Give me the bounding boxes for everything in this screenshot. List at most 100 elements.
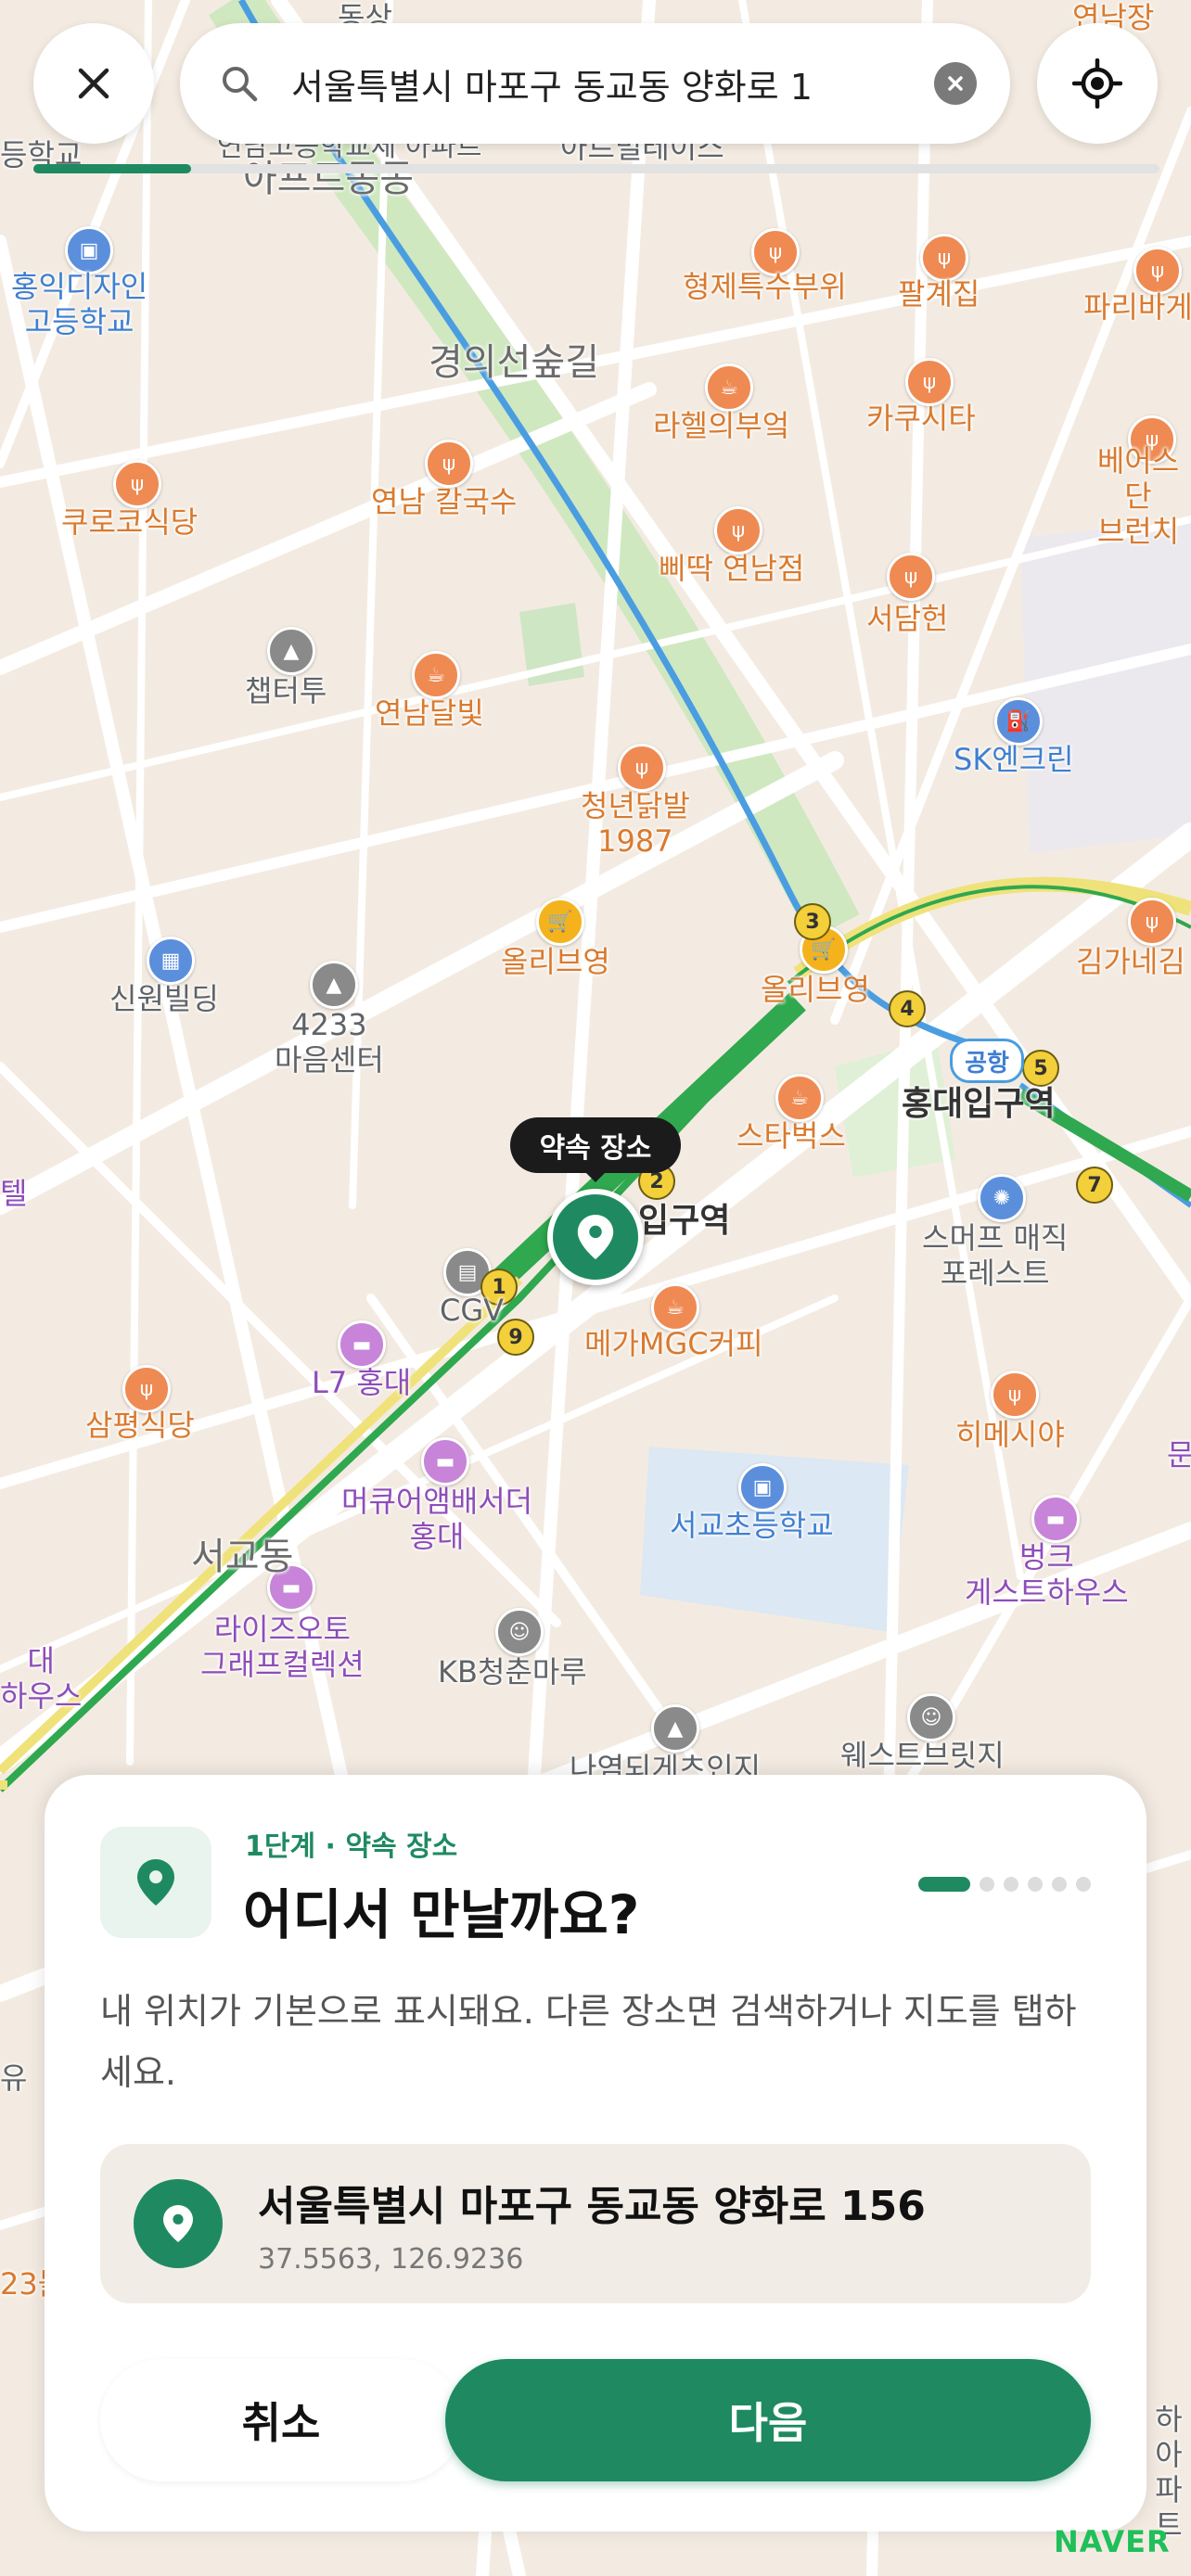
restaurant-icon[interactable]: ψ <box>920 234 968 282</box>
map-label: 벙크 게스트하우스 <box>965 1539 1129 1610</box>
cafe-icon[interactable]: ☕ <box>775 1074 824 1122</box>
map-label: 서담헌 <box>866 601 949 636</box>
restaurant-icon[interactable]: ψ <box>1128 898 1176 946</box>
map-label: CGV <box>440 1293 505 1328</box>
restaurant-icon[interactable]: ψ <box>887 553 935 601</box>
building-icon[interactable]: ☺ <box>907 1693 955 1741</box>
step-progress-bar <box>33 164 1159 173</box>
subway-line-badge: 4 <box>889 990 926 1027</box>
restaurant-icon[interactable]: ψ <box>991 1371 1039 1419</box>
coordinates-text: 37.5563, 126.9236 <box>258 2242 524 2276</box>
school-icon[interactable]: ▣ <box>738 1463 787 1511</box>
close-icon <box>78 68 109 99</box>
close-button[interactable] <box>33 23 154 144</box>
step-label: 1단계 · 약속 장소 <box>245 1830 458 1863</box>
map-label: 문 <box>1167 1437 1191 1473</box>
map-label: 형제특수부위 <box>683 269 847 304</box>
my-location-icon <box>1072 58 1122 108</box>
school-icon[interactable]: ▣ <box>65 226 113 274</box>
step-indicator <box>918 1877 1091 1892</box>
map-label: 연남달빛 <box>375 695 484 731</box>
gas-station-icon[interactable]: ⛽ <box>994 697 1043 746</box>
step-dot <box>980 1877 994 1892</box>
building-icon[interactable]: ▲ <box>310 961 358 1009</box>
map-label: 올리브영 <box>761 972 870 1007</box>
step-icon-box <box>100 1827 211 1938</box>
station-label[interactable]: 홍대입구역 <box>902 1087 1056 1122</box>
map-label: 4233 마음센터 <box>275 1007 384 1078</box>
map-label: 대 하우스 <box>0 1643 83 1714</box>
address-text: 서울특별시 마포구 동교동 양화로 156 <box>258 2182 926 2230</box>
map-label: 유 <box>0 2060 28 2096</box>
map-label: 쿠로코식당 <box>61 504 198 540</box>
map-label: 서교초등학교 <box>670 1508 834 1543</box>
attraction-icon[interactable]: ✺ <box>978 1174 1026 1222</box>
subway-line-badge: 7 <box>1076 1167 1113 1204</box>
restaurant-icon[interactable]: ψ <box>113 460 161 508</box>
area-label: 서교동 <box>191 1536 294 1578</box>
map-label: 스타벅스 <box>736 1118 846 1154</box>
next-button[interactable]: 다음 <box>445 2359 1091 2481</box>
map-label: 스머프 매직 포레스트 <box>922 1220 1069 1291</box>
map-pin-icon <box>137 1859 174 1906</box>
hotel-icon[interactable]: ▬ <box>1031 1495 1080 1543</box>
map-label: 신원빌딩 <box>109 981 219 1016</box>
search-icon <box>223 67 258 102</box>
restaurant-icon[interactable]: ψ <box>618 744 666 792</box>
map-label: 파리바게 <box>1083 289 1191 325</box>
airport-line-badge: 공항 <box>950 1039 1024 1083</box>
map-label: 경의선숲길 <box>429 341 599 384</box>
my-location-button[interactable] <box>1037 23 1158 144</box>
hotel-icon[interactable]: ▬ <box>421 1437 469 1486</box>
building-icon[interactable]: ▲ <box>267 627 315 675</box>
map-label: 올리브영 <box>501 944 610 979</box>
map-label: 카쿠시타 <box>866 401 976 436</box>
restaurant-icon[interactable]: ψ <box>122 1365 171 1413</box>
address-pin-badge <box>134 2179 223 2268</box>
map-label: 홍익디자인 고등학교 <box>11 269 148 339</box>
restaurant-icon[interactable]: ψ <box>1133 247 1182 295</box>
step-dot <box>1028 1877 1043 1892</box>
map-label: 삐딱 연남점 <box>659 551 805 586</box>
search-bar[interactable]: 서울특별시 마포구 동교동 양화로 1 <box>180 23 1010 144</box>
step-progress-fill <box>33 164 191 173</box>
cafe-icon[interactable]: ☕ <box>412 651 460 699</box>
restaurant-icon[interactable]: ☕ <box>705 363 753 412</box>
map-label: 베어스단 브런치 <box>1096 443 1180 549</box>
map-label: 라이즈오토 그래프컬렉션 <box>200 1612 365 1682</box>
map-label: 삼평식당 <box>85 1408 195 1443</box>
sheet-title: 어디서 만날까요? <box>243 1883 640 1946</box>
search-input[interactable]: 서울특별시 마포구 동교동 양화로 1 <box>291 58 934 109</box>
cancel-button[interactable]: 취소 <box>100 2359 462 2481</box>
step-dot <box>1076 1877 1091 1892</box>
step-dot-active <box>918 1877 970 1892</box>
hotel-icon[interactable]: ▬ <box>338 1320 386 1369</box>
building-icon[interactable]: ☺ <box>495 1608 544 1656</box>
shop-icon[interactable]: 🛒 <box>536 898 584 946</box>
restaurant-icon[interactable]: ψ <box>425 440 473 488</box>
map-label: 하아 파트 <box>1155 2402 1183 2543</box>
naver-logo: NAVER <box>1054 2524 1171 2559</box>
map-label: 청년닭발 1987 <box>581 788 690 859</box>
clear-icon <box>948 76 963 91</box>
map-label: 김가네김 <box>1076 944 1185 979</box>
cafe-icon[interactable]: ☕ <box>651 1283 699 1332</box>
map-label: L7 홍대 <box>312 1365 412 1400</box>
selected-location-pin[interactable] <box>547 1189 644 1285</box>
map-label: 히메시야 <box>955 1417 1065 1452</box>
map-label: 메가MGC커피 <box>584 1326 763 1361</box>
sheet-description: 내 위치가 기본으로 표시돼요. 다른 장소면 검색하거나 지도를 탭하세요. <box>100 1991 1077 2093</box>
map-label: SK엔크린 <box>954 742 1074 777</box>
map-label: 웨스트브릿지 <box>840 1738 1005 1773</box>
office-icon[interactable]: ▦ <box>147 937 195 985</box>
map-pin-icon <box>163 2205 193 2242</box>
map-label: 텔 <box>0 1176 28 1211</box>
selected-address-card[interactable]: 서울특별시 마포구 동교동 양화로 156 37.5563, 126.9236 <box>100 2144 1091 2303</box>
map-label: 챕터투 <box>245 673 327 708</box>
building-icon[interactable]: ▲ <box>651 1704 699 1753</box>
restaurant-icon[interactable]: ψ <box>905 358 954 406</box>
station-label[interactable]: 입구역 <box>638 1204 730 1239</box>
map-pin-icon <box>577 1215 614 1259</box>
clear-search-button[interactable] <box>934 62 977 105</box>
restaurant-icon[interactable]: ψ <box>714 506 762 555</box>
